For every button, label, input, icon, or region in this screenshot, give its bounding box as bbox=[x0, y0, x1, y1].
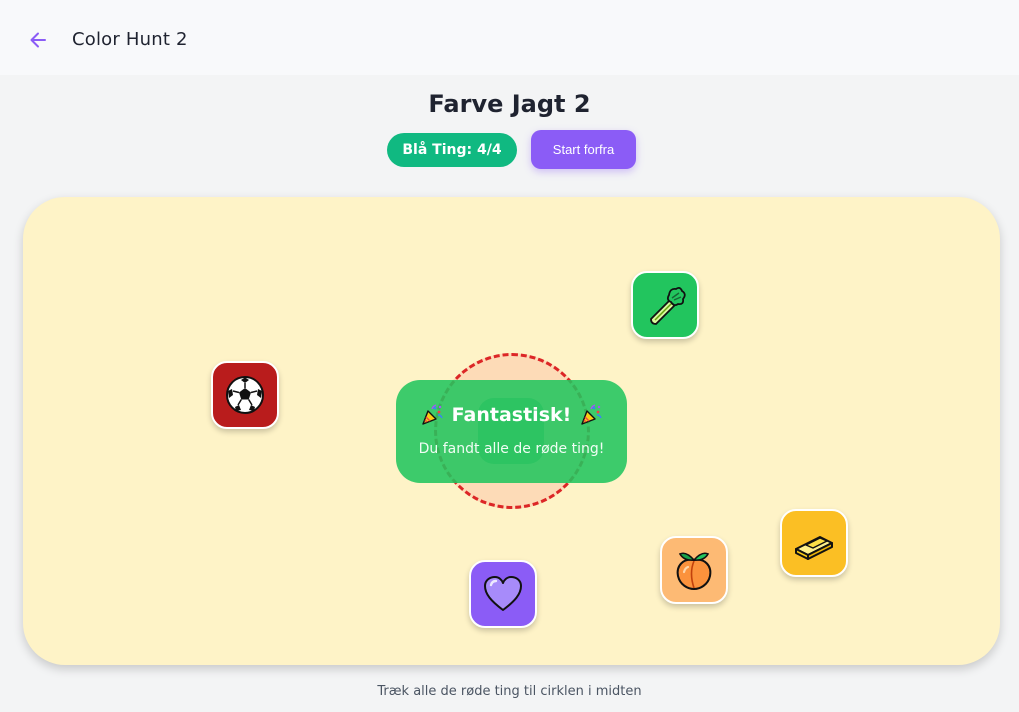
arrow-left-icon bbox=[30, 32, 46, 48]
item-soccer-ball[interactable] bbox=[211, 361, 279, 429]
butter-icon bbox=[795, 536, 833, 560]
party-popper-icon bbox=[421, 404, 443, 425]
back-button[interactable] bbox=[24, 26, 52, 54]
success-subtitle: Du fandt alle de røde ting! bbox=[418, 441, 605, 457]
game-title: Farve Jagt 2 bbox=[428, 90, 591, 118]
item-celery[interactable] bbox=[631, 271, 699, 339]
success-title: Fantastisk! bbox=[451, 404, 572, 426]
item-purple-heart[interactable] bbox=[469, 560, 537, 628]
instructions-text: Træk alle de røde ting til cirklen i mid… bbox=[377, 684, 642, 699]
party-popper-icon bbox=[581, 404, 602, 425]
item-peach[interactable] bbox=[660, 536, 728, 604]
success-message: Fantastisk! Du fandt alle de røde ting! bbox=[396, 380, 627, 483]
success-title-row: Fantastisk! bbox=[396, 403, 627, 427]
soccer-ball-icon bbox=[226, 376, 264, 414]
app-title: Color Hunt 2 bbox=[72, 29, 188, 50]
celery-icon bbox=[650, 286, 686, 325]
purple-heart-icon bbox=[484, 576, 522, 611]
peach-icon bbox=[676, 552, 712, 591]
item-butter[interactable] bbox=[780, 509, 848, 577]
restart-button[interactable]: Start forfra bbox=[531, 130, 636, 169]
score-badge: Blå Ting: 4/4 bbox=[387, 133, 517, 167]
top-app-bar: Color Hunt 2 bbox=[0, 0, 1019, 75]
